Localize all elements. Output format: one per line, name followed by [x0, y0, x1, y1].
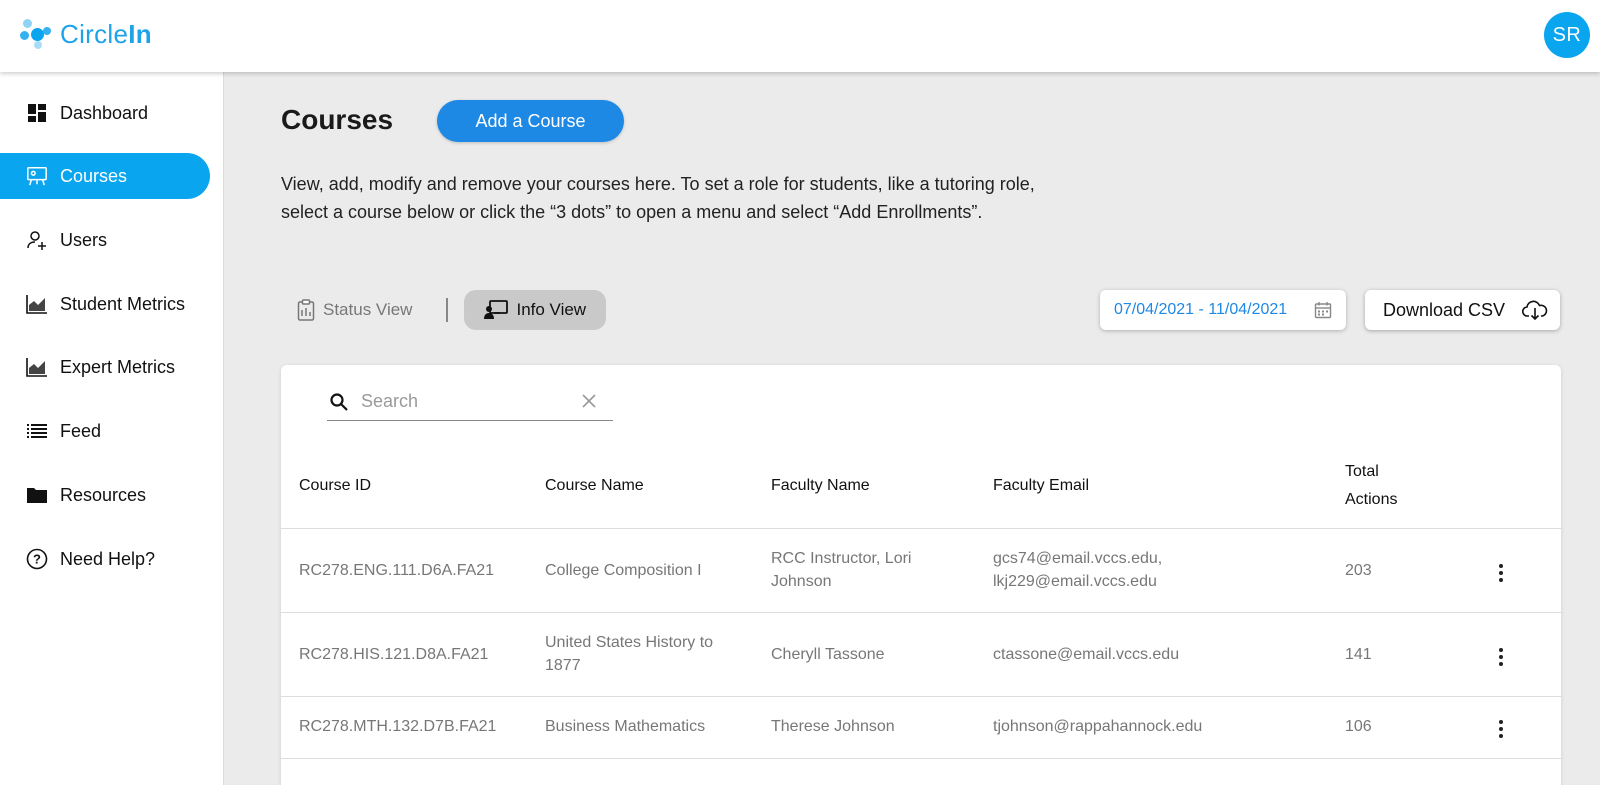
logo-text: CircleIn [60, 18, 152, 49]
table-row[interactable]: RC278.MTH.132.D7B.FA21 Business Mathemat… [281, 697, 1561, 759]
cell-faculty-email: gcs74@email.vccs.edu, lkj229@email.vccs.… [993, 550, 1163, 590]
cell-total-actions: 141 [1345, 646, 1372, 663]
cell-course-name: College Composition I [545, 562, 702, 579]
sidebar-item-expert-metrics[interactable]: Expert Metrics [0, 344, 210, 390]
more-options-icon[interactable] [1493, 564, 1509, 582]
sidebar-item-feed[interactable]: Feed [0, 408, 210, 454]
close-icon[interactable] [581, 393, 597, 409]
list-icon [26, 420, 48, 442]
courses-table-card: Course ID Course Name Faculty Name Facul… [281, 365, 1561, 785]
presentation-icon [484, 300, 509, 320]
search-input[interactable] [361, 391, 561, 412]
presentation-icon [26, 165, 48, 187]
search-icon [329, 392, 349, 412]
cell-faculty-name: RCC Instructor, Lori Johnson [771, 550, 912, 590]
dashboard-icon [26, 102, 48, 124]
clipboard-icon [297, 299, 315, 321]
status-view-label: Status View [323, 300, 413, 319]
table-row[interactable]: RC278.ENG.111.D6A.FA21 College Compositi… [281, 529, 1561, 613]
user-add-icon [26, 229, 48, 251]
main-content: Courses Add a Course View, add, modify a… [224, 72, 1600, 785]
column-header-course-name[interactable]: Course Name [545, 472, 644, 500]
view-toggle: Status View Info View [281, 290, 607, 330]
sidebar-item-label: Need Help? [60, 548, 156, 569]
info-view-button[interactable]: Info View [464, 290, 607, 330]
search-bar [327, 383, 613, 421]
user-avatar[interactable]: SR [1544, 12, 1590, 58]
cloud-download-icon [1521, 299, 1548, 326]
svg-text:?: ? [33, 552, 41, 567]
sidebar-item-label: Dashboard [60, 102, 149, 123]
sidebar-item-student-metrics[interactable]: Student Metrics [0, 281, 210, 327]
sidebar-item-courses[interactable]: Courses [0, 153, 210, 199]
cell-faculty-email: tjohnson@rappahannock.edu [993, 718, 1203, 735]
help-icon: ? [26, 548, 48, 570]
sidebar-item-label: Student Metrics [60, 293, 186, 314]
more-options-icon[interactable] [1493, 720, 1509, 738]
top-bar: CircleIn SR [0, 0, 1600, 72]
column-header-faculty-email[interactable]: Faculty Email [993, 472, 1089, 500]
table-header: Course ID Course Name Faculty Name Facul… [281, 443, 1561, 529]
more-options-icon[interactable] [1493, 648, 1509, 666]
chart-icon [26, 293, 48, 315]
sidebar-item-dashboard[interactable]: Dashboard [0, 90, 210, 136]
table-row[interactable]: RC278.HIS.121.D8A.FA21 United States His… [281, 613, 1561, 697]
cell-course-id: RC278.HIS.121.D8A.FA21 [299, 646, 489, 663]
cell-course-name: United States History to 1877 [545, 634, 714, 674]
sidebar-item-resources[interactable]: Resources [0, 472, 210, 518]
circlein-logo[interactable]: CircleIn [20, 18, 152, 50]
cell-total-actions: 203 [1345, 562, 1372, 579]
sidebar-item-label: Courses [60, 165, 128, 186]
page-title: Courses [281, 104, 394, 135]
cell-faculty-name: Cheryll Tassone [771, 646, 885, 663]
cell-faculty-email: ctassone@email.vccs.edu [993, 646, 1180, 663]
cell-faculty-name: Therese Johnson [771, 718, 895, 735]
date-range-picker[interactable]: 07/04/2021 - 11/04/2021 [1100, 290, 1346, 330]
cell-course-id: RC278.ENG.111.D6A.FA21 [299, 562, 495, 579]
folder-icon [26, 484, 48, 506]
status-view-button[interactable]: Status View [281, 290, 432, 330]
page-description: View, add, modify and remove your course… [281, 174, 1035, 222]
sidebar-item-label: Resources [60, 484, 147, 505]
sidebar-item-label: Expert Metrics [60, 356, 176, 377]
sidebar-item-label: Feed [60, 420, 102, 441]
column-header-total-actions[interactable]: Total Actions [1345, 458, 1397, 514]
chart-icon [26, 356, 48, 378]
cell-total-actions: 106 [1345, 718, 1372, 735]
download-csv-label: Download CSV [1383, 299, 1506, 320]
sidebar-item-users[interactable]: Users [0, 217, 210, 263]
sidebar: Dashboard Courses Users Student Metrics … [0, 72, 224, 785]
sidebar-item-label: Users [60, 229, 108, 250]
cell-course-id: RC278.MTH.132.D7B.FA21 [299, 718, 497, 735]
cell-course-name: Business Mathematics [545, 718, 706, 735]
add-course-button[interactable]: Add a Course [437, 100, 624, 142]
download-csv-button[interactable]: Download CSV [1365, 290, 1560, 330]
logo-mark-icon [20, 18, 52, 50]
column-header-faculty-name[interactable]: Faculty Name [771, 472, 870, 500]
calendar-icon [1314, 301, 1332, 324]
date-range-value: 07/04/2021 - 11/04/2021 [1114, 301, 1288, 318]
view-toggle-divider [446, 298, 449, 322]
info-view-label: Info View [516, 300, 587, 319]
sidebar-item-need-help[interactable]: ? Need Help? [0, 536, 210, 582]
column-header-course-id[interactable]: Course ID [299, 472, 371, 500]
